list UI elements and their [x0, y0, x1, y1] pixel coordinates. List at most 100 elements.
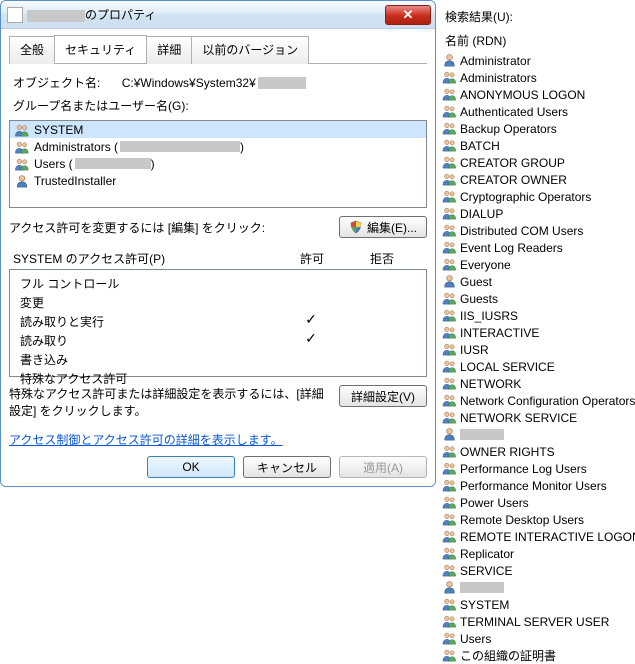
principal-row[interactable]: Administrators ()	[10, 138, 426, 155]
help-link[interactable]: アクセス制御とアクセス許可の詳細を表示します。	[9, 431, 283, 448]
tab-0[interactable]: 全般	[9, 36, 55, 64]
cancel-button[interactable]: キャンセル	[243, 456, 331, 478]
result-row[interactable]: Guests	[439, 290, 635, 307]
permission-name: 読み取りと実行	[20, 313, 276, 330]
permission-row: フル コントロール	[10, 274, 426, 293]
group-icon	[441, 376, 458, 392]
group-icon	[441, 410, 458, 426]
group-icon	[441, 189, 458, 205]
result-row[interactable]: CREATOR GROUP	[439, 154, 635, 171]
group-icon	[441, 597, 458, 613]
group-icon	[441, 240, 458, 256]
principal-row[interactable]: SYSTEM	[10, 121, 426, 138]
result-name: Administrator	[460, 54, 531, 68]
result-row[interactable]: OWNER RIGHTS	[439, 443, 635, 460]
result-row[interactable]: REMOTE INTERACTIVE LOGON	[439, 528, 635, 545]
window-title: のプロパティ	[27, 6, 385, 23]
result-name: CREATOR OWNER	[460, 173, 567, 187]
permission-name: 変更	[20, 294, 276, 311]
result-row[interactable]: NETWORK SERVICE	[439, 409, 635, 426]
result-name: Authenticated Users	[460, 105, 568, 119]
advanced-button[interactable]: 詳細設定(V)	[339, 385, 427, 407]
result-row[interactable]: LOCAL SERVICE	[439, 358, 635, 375]
result-row[interactable]: Backup Operators	[439, 120, 635, 137]
result-row[interactable]: Power Users	[439, 494, 635, 511]
name-column-header[interactable]: 名前 (RDN)	[439, 29, 635, 52]
deny-column-header: 拒否	[347, 250, 417, 267]
result-row[interactable]: Cryptographic Operators	[439, 188, 635, 205]
object-path-value: C:¥Windows¥System32¥	[122, 76, 306, 90]
result-row[interactable]: Network Configuration Operators	[439, 392, 635, 409]
result-row[interactable]: Administrator	[439, 52, 635, 69]
group-icon	[441, 325, 458, 341]
result-row[interactable]: Authenticated Users	[439, 103, 635, 120]
result-row[interactable]: この組織の証明書	[439, 647, 635, 664]
result-row[interactable]: Performance Monitor Users	[439, 477, 635, 494]
allow-mark	[276, 294, 346, 311]
result-name: Administrators	[460, 71, 537, 85]
principal-row[interactable]: Users ()	[10, 155, 426, 172]
shield-icon	[349, 220, 363, 234]
group-icon	[441, 546, 458, 562]
result-row[interactable]: CREATOR OWNER	[439, 171, 635, 188]
tab-3[interactable]: 以前のバージョン	[191, 36, 309, 64]
result-row[interactable]: SERVICE	[439, 562, 635, 579]
result-row[interactable]: SYSTEM	[439, 596, 635, 613]
result-row[interactable]: Remote Desktop Users	[439, 511, 635, 528]
result-row[interactable]: BATCH	[439, 137, 635, 154]
redacted-text	[120, 141, 240, 152]
result-row[interactable]: IIS_IUSRS	[439, 307, 635, 324]
principals-list[interactable]: SYSTEMAdministrators ()Users ()TrustedIn…	[9, 120, 427, 208]
group-icon	[441, 87, 458, 103]
result-row[interactable]: TERMINAL SERVER USER	[439, 613, 635, 630]
result-row[interactable]: Distributed COM Users	[439, 222, 635, 239]
principal-row[interactable]: TrustedInstaller	[10, 172, 426, 189]
edit-button[interactable]: 編集(E)...	[339, 216, 427, 238]
group-icon	[14, 123, 30, 137]
group-icon	[441, 172, 458, 188]
group-icon	[441, 257, 458, 273]
tab-1[interactable]: セキュリティ	[54, 35, 147, 63]
result-name: Guests	[460, 292, 498, 306]
result-row[interactable]: NETWORK	[439, 375, 635, 392]
permission-name: フル コントロール	[20, 275, 276, 292]
group-icon	[441, 121, 458, 137]
group-icon	[441, 495, 458, 511]
advanced-hint: 特殊なアクセス許可または詳細設定を表示するには、[詳細設定] をクリックします。	[9, 385, 339, 419]
result-row[interactable]: Event Log Readers	[439, 239, 635, 256]
result-row[interactable]: Performance Log Users	[439, 460, 635, 477]
group-icon	[441, 563, 458, 579]
result-row[interactable]: Replicator	[439, 545, 635, 562]
permission-name: 読み取り	[20, 332, 276, 349]
close-button[interactable]: ✕	[385, 5, 431, 25]
result-row[interactable]: Administrators	[439, 69, 635, 86]
result-name: SYSTEM	[460, 598, 509, 612]
result-row[interactable]: IUSR	[439, 341, 635, 358]
allow-mark: ✓	[276, 313, 346, 330]
result-name: Network Configuration Operators	[460, 394, 635, 408]
ok-button[interactable]: OK	[147, 456, 235, 478]
group-icon	[441, 648, 458, 664]
deny-mark	[346, 275, 416, 292]
result-row[interactable]: ANONYMOUS LOGON	[439, 86, 635, 103]
result-row[interactable]	[439, 579, 635, 596]
tab-2[interactable]: 詳細	[146, 36, 192, 64]
result-name: LOCAL SERVICE	[460, 360, 555, 374]
result-row[interactable]: Everyone	[439, 256, 635, 273]
result-row[interactable]: INTERACTIVE	[439, 324, 635, 341]
tab-strip: 全般セキュリティ詳細以前のバージョン	[9, 35, 427, 64]
result-name: NETWORK SERVICE	[460, 411, 577, 425]
permission-name: 書き込み	[20, 351, 276, 368]
user-icon	[441, 274, 458, 290]
result-row[interactable]: Guest	[439, 273, 635, 290]
titlebar[interactable]: のプロパティ ✕	[1, 1, 435, 29]
result-name: Distributed COM Users	[460, 224, 583, 238]
group-icon	[441, 223, 458, 239]
allow-mark: ✓	[276, 332, 346, 349]
result-row[interactable]: Users	[439, 630, 635, 647]
results-list[interactable]: Administrator AdministratorsANONYMOUS LOG…	[439, 52, 635, 664]
deny-mark	[346, 313, 416, 330]
result-row[interactable]: DIALUP	[439, 205, 635, 222]
group-icon	[441, 291, 458, 307]
result-row[interactable]	[439, 426, 635, 443]
